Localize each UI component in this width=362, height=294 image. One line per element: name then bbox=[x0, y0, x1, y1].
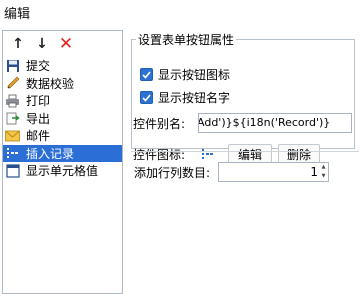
save-icon bbox=[4, 58, 21, 73]
cell-icon bbox=[4, 163, 21, 178]
list-item-export[interactable]: 导出 bbox=[3, 110, 122, 128]
list-item-label: 邮件 bbox=[26, 129, 51, 144]
alias-label: 控件别名: bbox=[133, 117, 186, 131]
insert-row-icon-preview bbox=[201, 147, 217, 164]
printer-icon bbox=[4, 93, 21, 108]
stepper-arrows: ▲ ▼ bbox=[320, 164, 327, 180]
add-rows-label: 添加行列数目: bbox=[134, 166, 211, 180]
button-list-panel: ↑ ↓ ✕ 提交 数据校验 打印 导出 邮件 插入记录 显示单元格值 bbox=[2, 30, 123, 294]
delete-x-icon: ✕ bbox=[58, 34, 74, 54]
add-rows-stepper[interactable]: 1 ▲ ▼ bbox=[218, 162, 329, 182]
show-name-label: 显示按钮名字 bbox=[158, 91, 231, 105]
export-icon bbox=[4, 111, 21, 126]
stepper-down-icon[interactable]: ▼ bbox=[320, 173, 327, 180]
properties-panel: 设置表单按钮属性 显示按钮图标 显示按钮名字 控件别名: Add')}${i18… bbox=[129, 30, 362, 294]
list-item-label: 打印 bbox=[26, 94, 51, 109]
move-up-button[interactable]: ↑ bbox=[9, 35, 27, 53]
add-rows-value: 1 bbox=[310, 165, 318, 179]
show-icon-checkbox[interactable] bbox=[140, 68, 153, 81]
arrow-down-icon: ↓ bbox=[36, 36, 48, 52]
checkmark-icon bbox=[142, 93, 151, 102]
insert-row-icon bbox=[4, 146, 21, 161]
list-item-submit[interactable]: 提交 bbox=[3, 57, 122, 75]
divider bbox=[131, 151, 359, 152]
show-icon-row: 显示按钮图标 bbox=[140, 66, 230, 83]
arrow-up-icon: ↑ bbox=[12, 36, 24, 52]
list-item-label: 显示单元格值 bbox=[26, 164, 99, 179]
list-item-print[interactable]: 打印 bbox=[3, 92, 122, 110]
button-properties-group: 设置表单按钮属性 显示按钮图标 显示按钮名字 控件别名: Add')}${i18… bbox=[131, 31, 355, 165]
mail-icon bbox=[4, 128, 21, 143]
window-title: 编辑 bbox=[4, 7, 31, 22]
show-icon-label: 显示按钮图标 bbox=[158, 68, 231, 82]
icon-label: 控件图标: bbox=[133, 148, 186, 162]
move-down-button[interactable]: ↓ bbox=[33, 35, 51, 53]
button-list: 提交 数据校验 打印 导出 邮件 插入记录 显示单元格值 bbox=[3, 57, 122, 180]
alias-input[interactable]: Add')}${i18n('Record')} bbox=[198, 113, 352, 133]
delete-item-button[interactable]: ✕ bbox=[57, 34, 75, 54]
list-item-label: 数据校验 bbox=[26, 76, 75, 91]
list-item-validate[interactable]: 数据校验 bbox=[3, 75, 122, 93]
checkmark-icon bbox=[142, 70, 151, 79]
list-item-label: 插入记录 bbox=[26, 146, 75, 161]
alias-value: Add')}${i18n('Record')} bbox=[198, 116, 331, 129]
list-item-insert-record[interactable]: 插入记录 bbox=[3, 144, 122, 162]
show-name-checkbox[interactable] bbox=[140, 91, 153, 104]
group-title: 设置表单按钮属性 bbox=[138, 33, 235, 47]
list-item-mail[interactable]: 邮件 bbox=[3, 127, 122, 145]
stepper-up-icon[interactable]: ▲ bbox=[320, 164, 327, 171]
show-name-row: 显示按钮名字 bbox=[140, 89, 230, 106]
pencil-icon bbox=[4, 76, 21, 91]
list-item-show-cell-value[interactable]: 显示单元格值 bbox=[3, 162, 122, 180]
list-item-label: 导出 bbox=[26, 111, 51, 126]
list-toolbar: ↑ ↓ ✕ bbox=[3, 31, 122, 57]
list-item-label: 提交 bbox=[26, 59, 51, 74]
